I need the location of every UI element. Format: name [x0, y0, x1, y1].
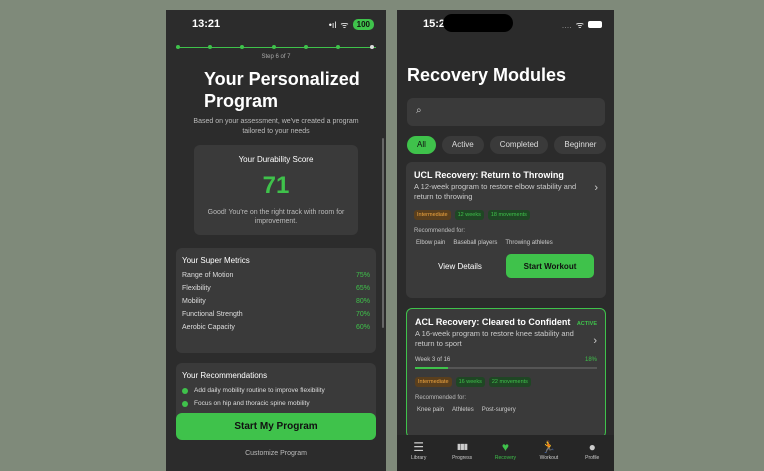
progress-bar: [415, 367, 597, 369]
metric-row: Range of Motion 75%: [182, 272, 370, 279]
view-details-button[interactable]: View Details: [414, 255, 506, 277]
page-subtitle: Based on your assessment, we've created …: [193, 118, 359, 135]
tab-bar: ☰ Library ▮▮▮ Progress ♥ Recovery 🏃 Workout …: [397, 435, 614, 471]
progress-percent: 18%: [584, 357, 597, 363]
search-bar[interactable]: ⌕: [407, 98, 605, 126]
step-label: Step 6 of 7: [261, 54, 291, 60]
progress-fill: [415, 367, 448, 369]
step-dot: [240, 45, 244, 49]
filter-active[interactable]: Active: [441, 136, 484, 154]
tab-library[interactable]: ☰ Library: [399, 439, 439, 471]
recommended-tag: Knee pain: [417, 407, 445, 413]
metric-row: Mobility 80%: [182, 298, 370, 305]
onboarding-screen: 13:21 •ıl ᯤ 100 Step 6 of 7 Your Persona…: [166, 10, 386, 471]
week-label: Week 3 of 16: [415, 357, 451, 363]
step-dot: [336, 45, 340, 49]
search-icon: ⌕: [416, 105, 422, 116]
list-icon: ☰: [413, 440, 425, 454]
recommended-tag: Post-surgery: [481, 407, 516, 413]
filter-beginner[interactable]: Beginner: [554, 136, 607, 154]
step-dot: [208, 45, 212, 49]
metrics-heading: Your Super Metrics: [182, 256, 250, 265]
module-card-ucl[interactable]: UCL Recovery: Return to Throwing A 12-we…: [406, 162, 606, 298]
score-value: 71: [262, 172, 290, 199]
filter-completed[interactable]: Completed: [489, 136, 549, 154]
tab-recovery[interactable]: ♥ Recovery: [485, 439, 525, 471]
check-circle-icon: [182, 387, 188, 394]
runner-icon: 🏃: [541, 440, 557, 454]
recommended-tag: Athletes: [452, 407, 474, 413]
start-program-button[interactable]: Start My Program: [176, 413, 376, 440]
chevron-right-icon[interactable]: ›: [594, 182, 598, 194]
status-bar: 15:29 .... ᯤ: [397, 10, 614, 36]
status-time: 13:21: [192, 18, 221, 30]
wifi-icon: ᯤ: [340, 20, 349, 30]
active-badge: ACTIVE: [576, 321, 597, 327]
movements-tag: 22 movements: [488, 377, 531, 387]
signal-icon: •ıl: [328, 19, 337, 30]
customize-program-link[interactable]: Customize Program: [166, 450, 386, 457]
recommendation-item: Focus on hip and thoracic spine mobility: [176, 397, 376, 410]
score-description: Good! You're on the right track with roo…: [207, 209, 345, 225]
recommended-tag: Throwing athletes: [505, 240, 553, 246]
recommendations-heading: Your Recommendations: [182, 371, 268, 380]
metric-row: Aerobic Capacity 60%: [182, 324, 370, 331]
step-dot: [304, 45, 308, 49]
dynamic-island: [443, 14, 513, 32]
filter-all[interactable]: All: [407, 136, 436, 154]
durability-score-card: Your Durability Score 71 Good! You're on…: [194, 145, 358, 235]
start-workout-button[interactable]: Start Workout: [506, 254, 594, 278]
battery-icon: 100: [352, 19, 374, 30]
recommended-tag: Elbow pain: [416, 240, 446, 246]
step-dot: [272, 45, 276, 49]
status-bar: 13:21 •ıl ᯤ 100: [166, 10, 386, 36]
metric-row: Flexibility 65%: [182, 285, 370, 292]
check-circle-icon: [182, 400, 188, 407]
chevron-right-icon[interactable]: ›: [593, 335, 597, 347]
module-title: UCL Recovery: Return to Throwing: [414, 170, 564, 180]
weeks-tag: 12 weeks: [454, 210, 484, 220]
tab-workout[interactable]: 🏃 Workout: [529, 439, 569, 471]
recommended-label: Recommended for:: [414, 228, 466, 234]
module-title: ACL Recovery: Cleared to Confident: [415, 317, 571, 327]
wifi-icon: ᯤ: [575, 20, 584, 30]
battery-icon: [588, 21, 602, 28]
module-description: A 12-week program to restore elbow stabi…: [414, 182, 577, 201]
recommendation-item: Add daily mobility routine to improve fl…: [176, 384, 376, 397]
step-dot: [176, 45, 180, 49]
recommended-label: Recommended for:: [415, 395, 467, 401]
weeks-tag: 16 weeks: [455, 377, 485, 387]
filter-chips: All Active Completed Beginner: [407, 136, 607, 154]
level-tag: Intermediate: [415, 377, 452, 387]
recommended-tag: Baseball players: [453, 240, 498, 246]
progress-stepper: [176, 45, 376, 50]
tab-progress[interactable]: ▮▮▮ Progress: [442, 439, 482, 471]
movements-tag: 18 movements: [487, 210, 530, 220]
signal-dots: ....: [561, 19, 572, 30]
profile-icon: ●: [588, 440, 596, 454]
search-input[interactable]: [431, 104, 591, 120]
page-title: Recovery Modules: [407, 65, 567, 85]
score-heading: Your Durability Score: [238, 155, 314, 164]
scrollbar[interactable]: [382, 138, 384, 328]
tab-profile[interactable]: ● Profile: [572, 439, 612, 471]
metric-row: Functional Strength 70%: [182, 311, 370, 318]
super-metrics-card: Your Super Metrics Range of Motion 75% Fl…: [176, 248, 376, 353]
step-dot: [370, 45, 374, 49]
page-title: Your Personalized Program: [204, 69, 360, 111]
recovery-modules-screen: 15:29 .... ᯤ Recovery Modules ⌕ All Acti…: [397, 10, 614, 471]
module-description: A 16-week program to restore knee stabil…: [415, 329, 574, 348]
heart-icon: ♥: [501, 440, 510, 454]
level-tag: Intermediate: [414, 210, 451, 220]
bar-chart-icon: ▮▮▮: [456, 442, 468, 451]
module-card-acl[interactable]: ACL Recovery: Cleared to Confident ACTIV…: [406, 308, 606, 438]
